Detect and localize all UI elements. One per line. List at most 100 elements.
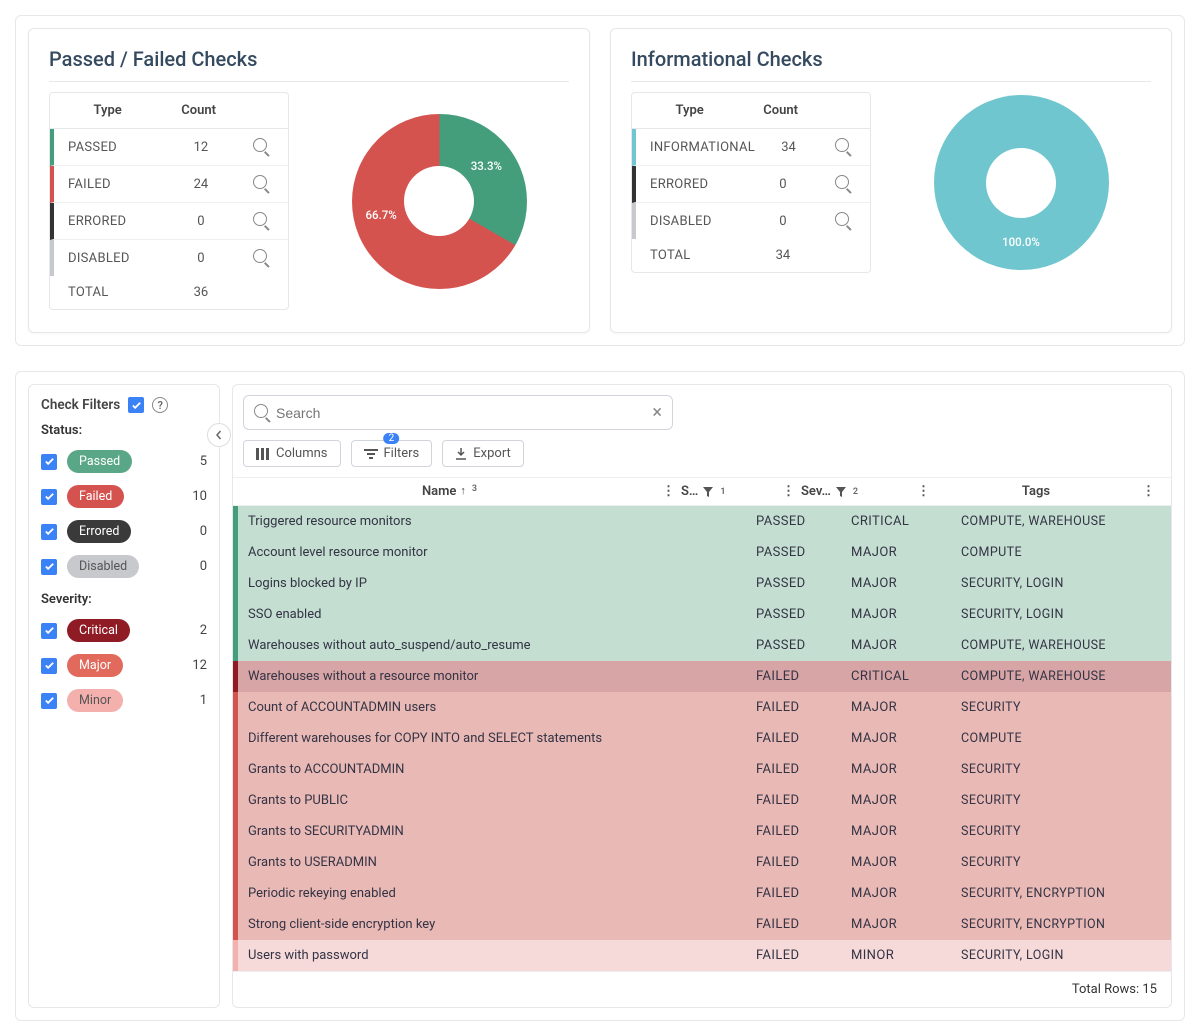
severity-count-critical: 2 <box>200 623 207 638</box>
search-icon[interactable] <box>835 212 849 226</box>
filters-all-checkbox[interactable] <box>128 397 144 413</box>
cell-severity: MINOR <box>851 948 961 963</box>
search-icon[interactable] <box>253 138 267 152</box>
cell-status: FAILED <box>756 700 851 715</box>
search-input[interactable] <box>276 405 652 421</box>
cell-tags: SECURITY <box>961 762 1161 777</box>
status-chip-errored[interactable]: Errored <box>67 520 131 543</box>
table-row[interactable]: Grants to ACCOUNTADMINFAILEDMAJORSECURIT… <box>233 754 1171 785</box>
table-row[interactable]: SSO enabledPASSEDMAJORSECURITY, LOGIN <box>233 599 1171 630</box>
search-icon[interactable] <box>253 175 267 189</box>
status-chip-failed[interactable]: Failed <box>67 485 124 508</box>
status-checkbox-errored[interactable] <box>41 524 57 540</box>
search-icon[interactable] <box>835 138 849 152</box>
summary-row-errored: ERRORED0 <box>50 203 288 240</box>
cell-tags: SECURITY <box>961 824 1161 839</box>
columns-button[interactable]: Columns <box>243 440 341 467</box>
status-checkbox-passed[interactable] <box>41 454 57 470</box>
row-type: FAILED <box>62 177 162 192</box>
cell-status: PASSED <box>756 638 851 653</box>
filters-title: Check Filters <box>41 397 120 413</box>
severity-checkbox-major[interactable] <box>41 658 57 674</box>
card-title: Informational Checks <box>631 47 1151 82</box>
col-type: Type <box>58 103 157 118</box>
table-row[interactable]: Grants to PUBLICFAILEDMAJORSECURITY <box>233 785 1171 816</box>
severity-checkbox-critical[interactable] <box>41 623 57 639</box>
table-row[interactable]: Periodic rekeying enabledFAILEDMAJORSECU… <box>233 878 1171 909</box>
table-row[interactable]: Users with passwordFAILEDMINORSECURITY, … <box>233 940 1171 971</box>
summary-row-informational: INFORMATIONAL34 <box>632 129 870 166</box>
help-icon[interactable]: ? <box>152 397 168 413</box>
table-row[interactable]: Grants to SECURITYADMINFAILEDMAJORSECURI… <box>233 816 1171 847</box>
filter-row-minor: Minor 1 <box>41 683 207 718</box>
table-row[interactable]: Warehouses without auto_suspend/auto_res… <box>233 630 1171 661</box>
funnel-icon[interactable] <box>835 486 847 498</box>
status-count-errored: 0 <box>200 524 207 539</box>
col-tags-menu[interactable]: ⋮ <box>1136 484 1161 499</box>
col-sev-menu[interactable]: ⋮ <box>911 484 936 499</box>
severity-chip-minor[interactable]: Minor <box>67 689 123 712</box>
table-row[interactable]: Warehouses without a resource monitorFAI… <box>233 661 1171 692</box>
col-tags-header[interactable]: Tags <box>936 484 1136 499</box>
search-icon[interactable] <box>253 249 267 263</box>
cell-name: Account level resource monitor <box>248 545 756 560</box>
status-chip-passed[interactable]: Passed <box>67 450 132 473</box>
col-type: Type <box>640 103 739 118</box>
cell-status: FAILED <box>756 731 851 746</box>
collapse-filters-button[interactable] <box>207 423 231 447</box>
table-row[interactable]: Different warehouses for COPY INTO and S… <box>233 723 1171 754</box>
col-severity-header[interactable]: Sev… <box>801 484 831 499</box>
summary-row-errored: ERRORED0 <box>632 166 870 203</box>
row-count: 34 <box>755 140 822 155</box>
cell-tags: SECURITY, LOGIN <box>961 948 1161 963</box>
table-row[interactable]: Logins blocked by IPPASSEDMAJORSECURITY,… <box>233 568 1171 599</box>
col-status-header[interactable]: S… <box>681 484 698 499</box>
info-pct: 100.0% <box>1002 235 1040 249</box>
table-row[interactable]: Count of ACCOUNTADMIN usersFAILEDMAJORSE… <box>233 692 1171 723</box>
table-row[interactable]: Account level resource monitorPASSEDMAJO… <box>233 537 1171 568</box>
cell-tags: SECURITY, LOGIN <box>961 607 1161 622</box>
cell-tags: SECURITY <box>961 793 1161 808</box>
download-icon <box>455 448 467 460</box>
col-name-menu[interactable]: ⋮ <box>656 484 681 499</box>
cell-name: Triggered resource monitors <box>248 514 756 529</box>
filter-row-disabled: Disabled0 <box>41 549 207 584</box>
search-icon[interactable] <box>253 212 267 226</box>
cell-severity: MAJOR <box>851 855 961 870</box>
summary-row-disabled: DISABLED0 <box>632 203 870 239</box>
cell-tags: COMPUTE, WAREHOUSE <box>961 669 1161 684</box>
search-box[interactable]: × <box>243 395 673 430</box>
row-count: 0 <box>744 214 822 229</box>
table-row[interactable]: Triggered resource monitorsPASSEDCRITICA… <box>233 506 1171 537</box>
table-row[interactable]: Strong client-side encryption keyFAILEDM… <box>233 909 1171 940</box>
export-button[interactable]: Export <box>442 440 524 467</box>
cell-name: Strong client-side encryption key <box>248 917 756 932</box>
cell-status: FAILED <box>756 886 851 901</box>
cell-severity: MAJOR <box>851 700 961 715</box>
status-chip-disabled[interactable]: Disabled <box>67 555 139 578</box>
info-total: 34 <box>744 248 822 263</box>
cell-name: Grants to PUBLIC <box>248 793 756 808</box>
columns-icon <box>256 448 270 460</box>
cell-name: SSO enabled <box>248 607 756 622</box>
clear-search-button[interactable]: × <box>652 402 662 423</box>
cell-status: FAILED <box>756 824 851 839</box>
cell-severity: MAJOR <box>851 731 961 746</box>
cell-name: Different warehouses for COPY INTO and S… <box>248 731 756 746</box>
severity-count-minor: 1 <box>200 693 207 708</box>
severity-checkbox-minor[interactable] <box>41 693 57 709</box>
status-group-label: Status: <box>41 423 207 438</box>
pf-donut-chart: 33.3% 66.7% <box>352 114 527 289</box>
table-row[interactable]: Grants to USERADMINFAILEDMAJORSECURITY <box>233 847 1171 878</box>
col-status-menu[interactable]: ⋮ <box>776 484 801 499</box>
funnel-icon[interactable] <box>702 486 714 498</box>
cell-status: PASSED <box>756 545 851 560</box>
status-checkbox-failed[interactable] <box>41 489 57 505</box>
cell-name: Logins blocked by IP <box>248 576 756 591</box>
severity-chip-critical[interactable]: Critical <box>67 619 130 642</box>
severity-chip-major[interactable]: Major <box>67 654 123 677</box>
filters-button[interactable]: 2 Filters <box>351 440 433 467</box>
status-checkbox-disabled[interactable] <box>41 559 57 575</box>
search-icon[interactable] <box>835 175 849 189</box>
col-name-header[interactable]: Name <box>422 484 456 499</box>
